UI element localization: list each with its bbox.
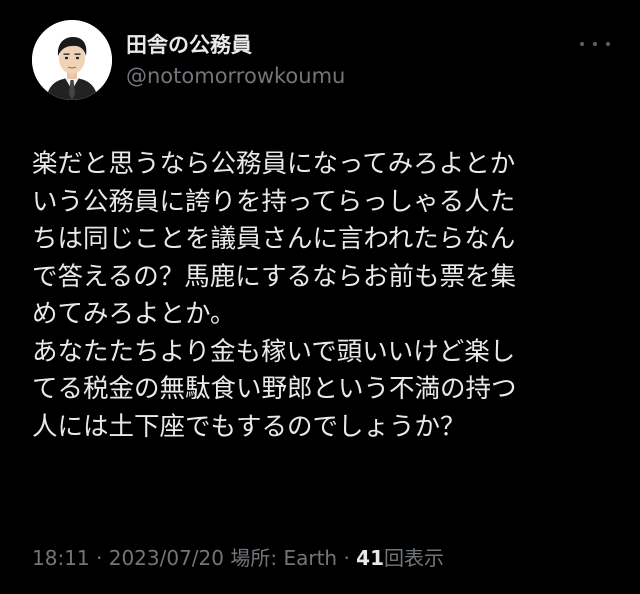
tweet: 田舎の公務員 @notomorrowkoumu 楽だと思うなら公務員になってみろ…: [0, 0, 640, 594]
meta-separator: ·: [96, 546, 103, 570]
tweet-text-line: ちは同じことを議員さんに言われたらなん: [32, 224, 516, 254]
tweet-text-line: いう公務員に誇りを持ってらっしゃる人た: [32, 186, 516, 217]
user-handle[interactable]: @notomorrowkoumu: [126, 64, 345, 88]
more-options-icon[interactable]: [580, 38, 610, 50]
tweet-text-line: てる税金の無駄食い野郎という不満の持つ: [32, 374, 517, 404]
avatar[interactable]: [32, 20, 112, 100]
more-dot: [593, 42, 597, 46]
tweet-text-line: あなたたちより金も稼いで頭いいけど楽し: [32, 336, 516, 367]
tweet-text-line: 人には土下座でもするのでしょうか？: [32, 411, 466, 442]
meta-separator: ·: [343, 546, 350, 570]
views-count: 41: [356, 546, 385, 570]
tweet-text-line: で答えるの？馬鹿にするならお前も票を集: [32, 261, 516, 292]
tweet-text: 楽だと思うなら公務員になってみろよとか いう公務員に誇りを持ってらっしゃる人た …: [32, 146, 612, 446]
tweet-text-line: 楽だと思うなら公務員になってみろよとか: [32, 149, 516, 179]
tweet-location: 場所: Earth: [230, 546, 338, 570]
tweet-text-line: めてみろよとか。: [32, 299, 236, 329]
more-dot: [606, 42, 610, 46]
display-name[interactable]: 田舎の公務員: [126, 29, 252, 59]
tweet-time[interactable]: 18:11: [32, 546, 90, 570]
man-in-suit-avatar-icon: [32, 20, 112, 100]
more-dot: [580, 42, 584, 46]
views-label: 回表示: [384, 546, 445, 570]
tweet-metadata: 18:11 · 2023/07/20 場所: Earth · 41回表示: [32, 542, 444, 571]
tweet-date[interactable]: 2023/07/20: [109, 546, 224, 570]
